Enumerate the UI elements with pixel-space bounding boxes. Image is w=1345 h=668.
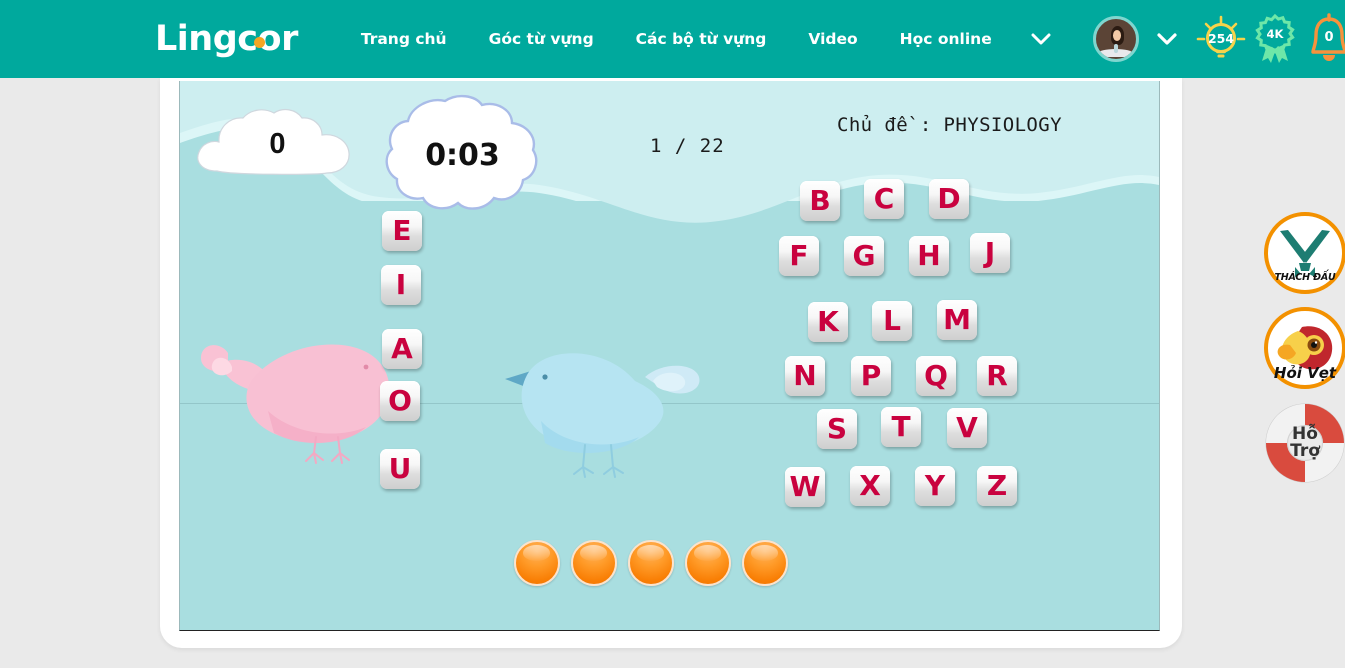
letter-tile-P[interactable]: P: [851, 356, 891, 396]
progress-counter: 1 / 22: [650, 135, 725, 157]
ribbon-badge-icon[interactable]: 4K: [1251, 13, 1299, 65]
letter-tile-W[interactable]: W: [785, 467, 825, 507]
ho-tro-label-line2: Trợ: [1290, 441, 1320, 461]
letter-tile-I[interactable]: I: [381, 265, 421, 305]
site-logo[interactable]: Lingcor: [155, 18, 298, 59]
letter-tile-O[interactable]: O: [380, 381, 420, 421]
account-chevron-down-icon[interactable]: [1157, 32, 1177, 46]
floating-action-column: THÁCH ĐẤU Hỏi Vẹt Hỗ Trợ: [1264, 212, 1345, 484]
lightbulb-value: 254: [1208, 31, 1234, 46]
letter-tile-Z[interactable]: Z: [977, 466, 1017, 506]
nav-goc-tu-vung[interactable]: Góc từ vựng: [468, 30, 615, 48]
letter-tile-X[interactable]: X: [850, 466, 890, 506]
topic-label: Chủ đề : PHYSIOLOGY: [837, 114, 1062, 136]
letter-tile-Q[interactable]: Q: [916, 356, 956, 396]
letter-tile-C[interactable]: C: [864, 179, 904, 219]
timer-cloud: 0:03: [385, 93, 540, 218]
letter-tile-U[interactable]: U: [380, 449, 420, 489]
nav-video[interactable]: Video: [787, 30, 878, 48]
bird-blue: [505, 353, 700, 478]
letter-tile-R[interactable]: R: [977, 356, 1017, 396]
answer-slot-4[interactable]: [685, 540, 731, 586]
hoi-vet-label: Hỏi Vẹt: [1273, 364, 1337, 382]
avatar-bottle: [1114, 43, 1118, 53]
bell-value: 0: [1324, 30, 1333, 45]
nav-cac-bo-tu-vung[interactable]: Các bộ từ vựng: [615, 30, 788, 48]
letter-tile-Y[interactable]: Y: [915, 466, 955, 506]
letter-tile-J[interactable]: J: [970, 233, 1010, 273]
avatar-face: [1113, 30, 1122, 41]
letter-tile-T[interactable]: T: [881, 407, 921, 447]
thach-dau-label: THÁCH ĐẤU: [1274, 272, 1336, 283]
letter-tile-H[interactable]: H: [909, 236, 949, 276]
letter-tile-A[interactable]: A: [382, 329, 422, 369]
lightbulb-icon[interactable]: 254: [1195, 13, 1247, 65]
avatar[interactable]: [1092, 16, 1139, 62]
letter-tile-V[interactable]: V: [947, 408, 987, 448]
answer-slot-1[interactable]: [514, 540, 560, 586]
score-value: 0: [269, 127, 286, 160]
header-actions: 254 4K 0: [1092, 13, 1345, 65]
thach-dau-button[interactable]: THÁCH ĐẤU: [1264, 212, 1345, 294]
hoi-vet-button[interactable]: Hỏi Vẹt: [1264, 307, 1345, 389]
letter-tile-M[interactable]: M: [937, 300, 977, 340]
main-nav: Trang chủ Góc từ vựng Các bộ từ vựng Vid…: [340, 30, 1051, 48]
letter-tile-D[interactable]: D: [929, 179, 969, 219]
chevron-down-icon[interactable]: [1031, 33, 1051, 46]
timer-value: 0:03: [425, 138, 500, 173]
letter-tile-K[interactable]: K: [808, 302, 848, 342]
logo-dot-icon: [254, 36, 265, 48]
nav-hoc-online[interactable]: Học online: [879, 30, 1013, 48]
bell-icon[interactable]: 0: [1305, 13, 1345, 65]
top-header: Lingcor Trang chủ Góc từ vựng Các bộ từ …: [0, 0, 1345, 78]
nav-trang-chu[interactable]: Trang chủ: [340, 30, 468, 48]
letter-tile-G[interactable]: G: [844, 236, 884, 276]
letter-tile-F[interactable]: F: [779, 236, 819, 276]
logo-text: Lingcor: [155, 18, 298, 59]
answer-slot-3[interactable]: [628, 540, 674, 586]
letter-tile-L[interactable]: L: [872, 301, 912, 341]
answer-slot-2[interactable]: [571, 540, 617, 586]
letter-tile-N[interactable]: N: [785, 356, 825, 396]
bird-pink: [200, 344, 390, 464]
game-board: 0 0:03 1 / 22 Chủ đề : PHYSIOLOGY E I A …: [179, 81, 1160, 631]
answer-slot-5[interactable]: [742, 540, 788, 586]
medal-value: 4K: [1266, 27, 1284, 41]
letter-tile-S[interactable]: S: [817, 409, 857, 449]
letter-tile-B[interactable]: B: [800, 181, 840, 221]
score-cloud: 0: [195, 105, 360, 183]
ho-tro-button[interactable]: Hỗ Trợ: [1264, 402, 1345, 484]
